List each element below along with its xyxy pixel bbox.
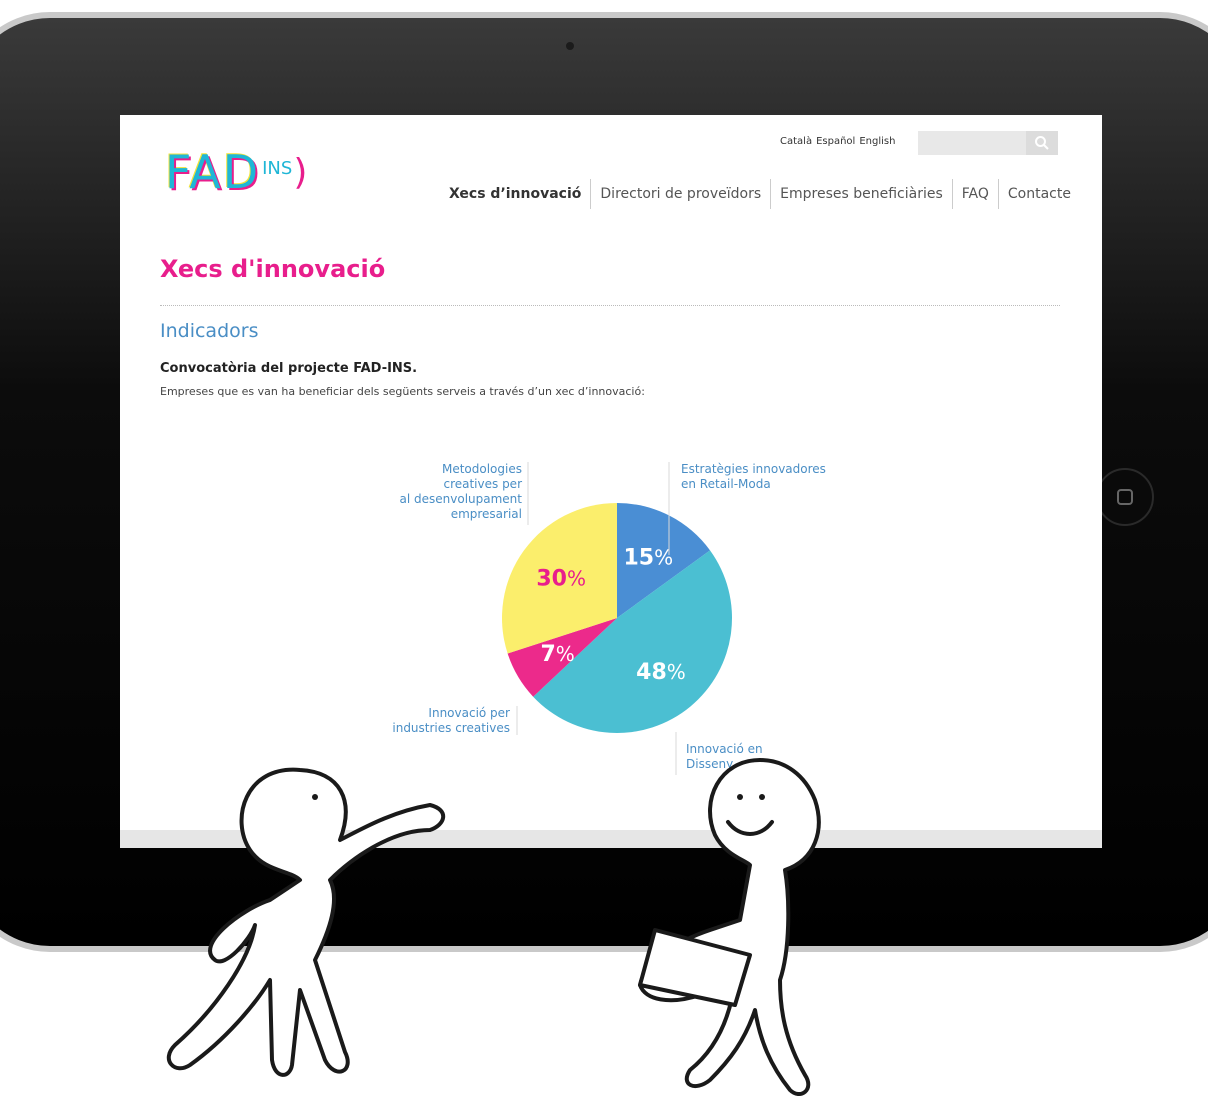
right-character-left-eye <box>737 794 743 800</box>
left-character-eye <box>312 794 318 800</box>
left-character-body <box>166 767 446 1077</box>
cartoon-illustration <box>166 758 821 1096</box>
right-character-right-eye <box>759 794 765 800</box>
right-character-body <box>638 758 821 1096</box>
